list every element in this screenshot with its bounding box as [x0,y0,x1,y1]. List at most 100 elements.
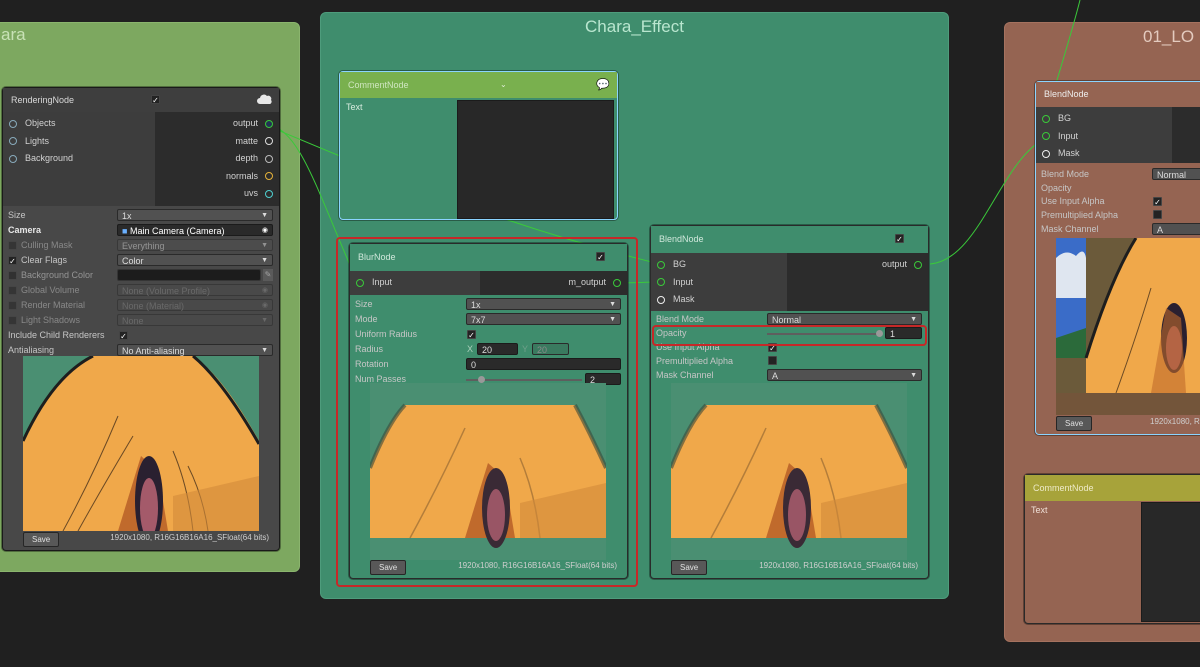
port-bg[interactable]: BG [657,256,787,274]
resolution-label: 1920x1080, R16G16B16A16_SFloat(64 bits) [759,561,918,570]
preview-image [671,403,907,548]
save-button[interactable]: Save [1056,416,1093,431]
field-clear-flags: Clear FlagsColor▼ [3,253,279,268]
field-global-volume: Global Volume None (Volume Profile) ◉ [3,283,279,298]
blend-node-right-ports: BG Input Mask [1036,107,1200,163]
port-mask[interactable]: Mask [1042,145,1172,163]
blend-node-center[interactable]: BlendNode BG Input Mask output Blend Mod… [650,225,929,579]
comment-node-right-title: CommentNode [1033,483,1094,493]
field-culling: Culling Mask Everything ▼ [3,238,279,253]
port-bg[interactable]: BG [1042,110,1172,128]
comment-text-area[interactable] [457,100,614,219]
port-mask[interactable]: Mask [657,291,787,309]
port-dot-icon [9,154,17,163]
port-depth[interactable]: depth [155,150,273,168]
speech-bubble-icon: 💬 [596,79,610,91]
port-dot-icon [1042,149,1050,158]
field-light-shadows: Light Shadows None ▼ [3,313,279,328]
chevron-down-icon[interactable]: ⌄ [500,72,507,98]
rendering-node-footer: Save 1920x1080, R16G16B16A16_SFloat(64 b… [3,530,279,548]
clear-flags-checkbox[interactable] [8,256,17,265]
rendering-node[interactable]: RenderingNode Objects Lights Background … [2,87,280,551]
port-input[interactable]: Input [1042,127,1172,145]
field-premultiplied-alpha: Premultiplied Alpha [651,354,928,368]
comment-node-right[interactable]: CommentNode Text [1024,474,1200,624]
target-icon: ◉ [261,287,268,294]
mask-channel-dropdown[interactable]: A [1152,223,1200,235]
target-icon: ◉ [261,302,268,309]
premultiplied-alpha-checkbox[interactable] [768,356,777,365]
blend-mode-dropdown[interactable]: Normal ▼ [767,313,922,325]
rendering-node-header[interactable]: RenderingNode [3,88,279,112]
material-object-field[interactable]: None (Material) ◉ [117,299,273,311]
size-dropdown[interactable]: 1x ▼ [117,209,273,221]
rendering-node-inputs: Objects Lights Background [3,112,155,206]
blend-node-right-header[interactable]: BlendNode [1036,82,1200,107]
port-background[interactable]: Background [9,150,155,168]
port-lights[interactable]: Lights [9,132,155,150]
rendering-node-enable-checkbox[interactable] [151,95,160,104]
port-dot-icon [265,154,273,163]
port-output[interactable]: output [787,256,922,274]
blend-node-ports: BG Input Mask output [651,253,928,311]
save-button[interactable]: Save [23,532,60,547]
cloud-icon [257,94,272,104]
comment-text-area[interactable] [1141,502,1200,622]
port-dot-icon [9,137,17,146]
port-dot-icon [657,260,665,269]
antialiasing-dropdown[interactable]: No Anti-aliasing ▼ [117,344,273,356]
volume-object-field[interactable]: None (Volume Profile) ◉ [117,284,273,296]
include-child-checkbox[interactable] [119,331,128,340]
blend-node-right-footer: Save 1920x1080, R [1036,414,1200,432]
port-matte[interactable]: matte [155,133,273,151]
field-use-input-alpha: Use Input Alpha [1036,195,1200,208]
port-output[interactable]: output [155,115,273,133]
blend-node-right-title: BlendNode [1044,89,1089,99]
port-dot-icon [1042,114,1050,123]
field-opacity: Opacity [1041,183,1072,193]
port-dot-icon [265,119,273,128]
port-input[interactable]: Input [657,273,787,291]
blend-node-right[interactable]: BlendNode BG Input Mask Blend Mode Normal… [1035,81,1200,435]
blend-node-header[interactable]: BlendNode [651,226,928,253]
volume-checkbox[interactable] [8,286,17,295]
use-input-alpha-checkbox[interactable] [1153,197,1162,206]
blend-node-fields: Blend Mode Normal ▼ Opacity 1 Use Input Al… [651,311,928,383]
port-uvs[interactable]: uvs [155,185,273,203]
culling-dropdown[interactable]: Everything ▼ [117,239,273,251]
comment-node-center[interactable]: CommentNode ⌄ 💬 Text [339,71,618,220]
field-mask-channel: Mask Channel A [1036,222,1200,237]
shadows-dropdown[interactable]: None ▼ [117,314,273,326]
port-objects[interactable]: Objects [9,115,155,133]
clear-flags-dropdown[interactable]: Color ▼ [117,254,273,266]
port-dot-icon [265,137,273,146]
caret-down-icon: ▼ [261,347,268,354]
preview-image [23,356,259,531]
comment-node-header[interactable]: CommentNode ⌄ 💬 [340,72,617,98]
shadows-checkbox[interactable] [8,316,17,325]
comment-node-right-header[interactable]: CommentNode [1025,475,1200,501]
blend-node-right-fields: Blend Mode Normal Opacity Use Input Alpha… [1036,163,1200,237]
resolution-label: 1920x1080, R [1150,417,1200,426]
save-button[interactable]: Save [671,560,708,575]
camera-object-field[interactable]: ■ Main Camera (Camera) ◉ [117,224,273,236]
material-checkbox[interactable] [8,301,17,310]
mask-channel-dropdown[interactable]: A ▼ [767,369,922,381]
field-render-material: Render Material None (Material) ◉ [3,298,279,313]
caret-down-icon: ▼ [261,212,268,219]
preview-image [1056,238,1200,394]
port-dot-icon [657,295,665,304]
premultiplied-alpha-checkbox[interactable] [1153,210,1162,219]
blend-mode-dropdown[interactable]: Normal [1152,168,1200,180]
rendering-node-outputs: output matte depth normals uvs [155,112,279,206]
camera-icon: ■ [122,226,128,236]
eyedropper-icon[interactable]: ✎ [263,269,273,281]
blur-node-highlight [336,237,638,587]
group-right-title: 01_LO [1143,27,1195,46]
bg-color-swatch[interactable] [117,269,261,281]
culling-checkbox[interactable] [8,241,17,250]
rendering-node-ports: Objects Lights Background output matte d… [3,112,279,206]
bg-color-checkbox[interactable] [8,271,17,280]
port-normals[interactable]: normals [155,168,273,186]
blend-node-enable-checkbox[interactable] [895,234,904,243]
